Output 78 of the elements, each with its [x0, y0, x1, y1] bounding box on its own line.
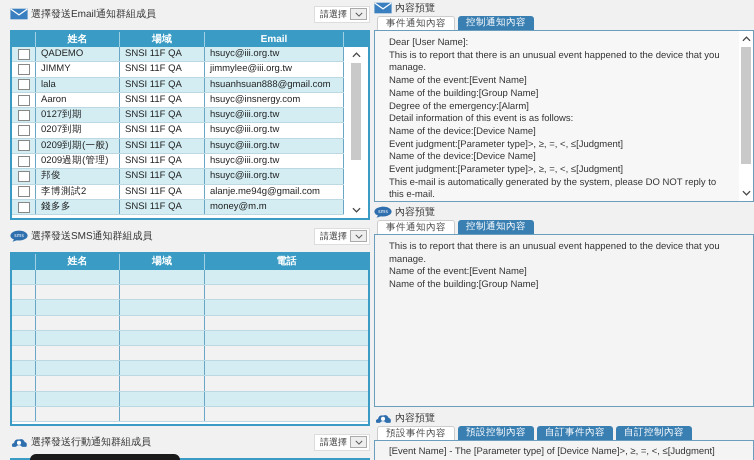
section-title: 選擇發送Email通知群組成員	[31, 8, 156, 21]
checkbox[interactable]	[18, 171, 30, 182]
table-cell: SNSI 11F QA	[120, 200, 205, 214]
section-title: 內容預覽	[395, 2, 435, 14]
checkbox[interactable]	[18, 64, 30, 75]
group-select[interactable]: 請選擇	[314, 6, 370, 22]
section-title: 內容預覽	[395, 412, 435, 424]
table-cell: 錢多多	[36, 200, 120, 214]
table-cell: 邦俊	[36, 169, 120, 184]
checkbox[interactable]	[18, 79, 30, 90]
caret-icon	[350, 8, 367, 20]
tab[interactable]: 控制通知內容	[458, 16, 534, 30]
column-header: 電話	[276, 254, 298, 269]
message-line: [Event Name] - The [Parameter type] of [Device Name]>, ≥, =, <, ≤[Judgment]	[389, 446, 716, 459]
checkbox[interactable]	[18, 125, 30, 136]
table-cell: SNSI 11F QA	[120, 108, 205, 122]
message-line: Name of the event:[Event Name]	[389, 266, 528, 280]
message-line: Name of the device:[Device Name]	[389, 151, 537, 164]
tab[interactable]: 預設控制內容	[458, 426, 534, 440]
tab[interactable]: 控制通知內容	[458, 220, 534, 234]
table-cell: SNSI 11F QA	[120, 47, 205, 62]
message-line: Event judgment:[Parameter type]>, ≥, =, <, ≤[Judgment]	[389, 164, 624, 177]
table-cell: SNSI 11F QA	[120, 154, 205, 168]
table-cell: QADEMO	[36, 47, 120, 62]
message-line: Name of the building:[Group Name]	[389, 279, 540, 292]
table-cell: SNSI 11F QA	[120, 123, 205, 138]
message-line: This is to report that there is an unusual event happened to the device that you manage.	[389, 50, 721, 76]
scrollbar-thumb[interactable]	[741, 47, 751, 164]
scroll-down-icon[interactable]	[742, 190, 750, 196]
message-line: Event judgment:[Parameter type]>, ≥, =, <, ≤[Judgment]	[389, 138, 624, 152]
group-select[interactable]: 請選擇	[314, 434, 370, 450]
tab[interactable]: 事件通知內容	[377, 220, 455, 234]
message-line: Degree of the emergency:[Alarm]	[389, 100, 530, 114]
message-line: Dear [User Name]:	[389, 37, 470, 50]
table-cell: 0127到期	[36, 108, 120, 122]
table-cell: SNSI 11F QA	[120, 92, 205, 108]
checkbox[interactable]	[18, 140, 30, 152]
table-cell: 李博測試2	[36, 184, 120, 199]
table-cell: SNSI 11F QA	[120, 184, 205, 199]
scroll-up-icon[interactable]	[352, 52, 360, 58]
envelope-icon	[374, 2, 392, 14]
table-cell: JIMMY	[36, 62, 120, 77]
caret-icon	[350, 230, 367, 242]
scroll-up-icon[interactable]	[742, 36, 750, 42]
table-cell: SNSI 11F QA	[120, 169, 205, 184]
message-line: Detail information of this event is as follows:	[389, 113, 574, 126]
cloud-person-icon	[10, 436, 28, 448]
checkbox[interactable]	[18, 48, 30, 60]
message-line: This e-mail is automatically generated by the system, please DO NOT reply to this e-mail.	[389, 176, 718, 201]
tab[interactable]: 事件通知內容	[377, 16, 455, 30]
checkbox[interactable]	[18, 110, 30, 121]
message-line: Name of the building:[Group Name]	[389, 88, 540, 101]
tab[interactable]: 自訂事件內容	[537, 426, 613, 440]
message-line: Name of the device:[Device Name]	[389, 126, 537, 139]
section-title: 選擇發送SMS通知群組成員	[31, 230, 153, 243]
checkbox[interactable]	[18, 186, 30, 198]
table-cell: SNSI 11F QA	[120, 138, 205, 154]
checkbox[interactable]	[18, 202, 30, 213]
table-cell: 0209到期(一般)	[36, 138, 120, 154]
table-cell: 0207到期	[36, 123, 120, 138]
tab[interactable]: 自訂控制內容	[616, 426, 692, 440]
table-cell: SNSI 11F QA	[120, 78, 205, 92]
scrollbar-thumb[interactable]	[351, 63, 361, 160]
envelope-icon	[10, 8, 28, 20]
message-line: This is to report that there is an unusual event happened to the device that you manage.	[389, 241, 721, 266]
checkbox[interactable]	[18, 156, 30, 167]
scroll-down-icon[interactable]	[352, 207, 360, 213]
section-title: 內容預覽	[395, 206, 435, 218]
table-cell: 0209過期(管理)	[36, 154, 120, 168]
caret-icon	[350, 436, 367, 448]
section-title: 選擇發送行動通知群組成員	[31, 436, 151, 449]
table-cell: SNSI 11F QA	[120, 62, 205, 77]
table-cell: Aaron	[36, 92, 120, 108]
table-cell: lala	[36, 78, 120, 92]
tab[interactable]: 預設事件內容	[377, 426, 455, 440]
checkbox[interactable]	[18, 94, 30, 106]
group-select[interactable]: 請選擇	[314, 228, 370, 244]
message-line: Name of the event:[Event Name]	[389, 75, 528, 88]
